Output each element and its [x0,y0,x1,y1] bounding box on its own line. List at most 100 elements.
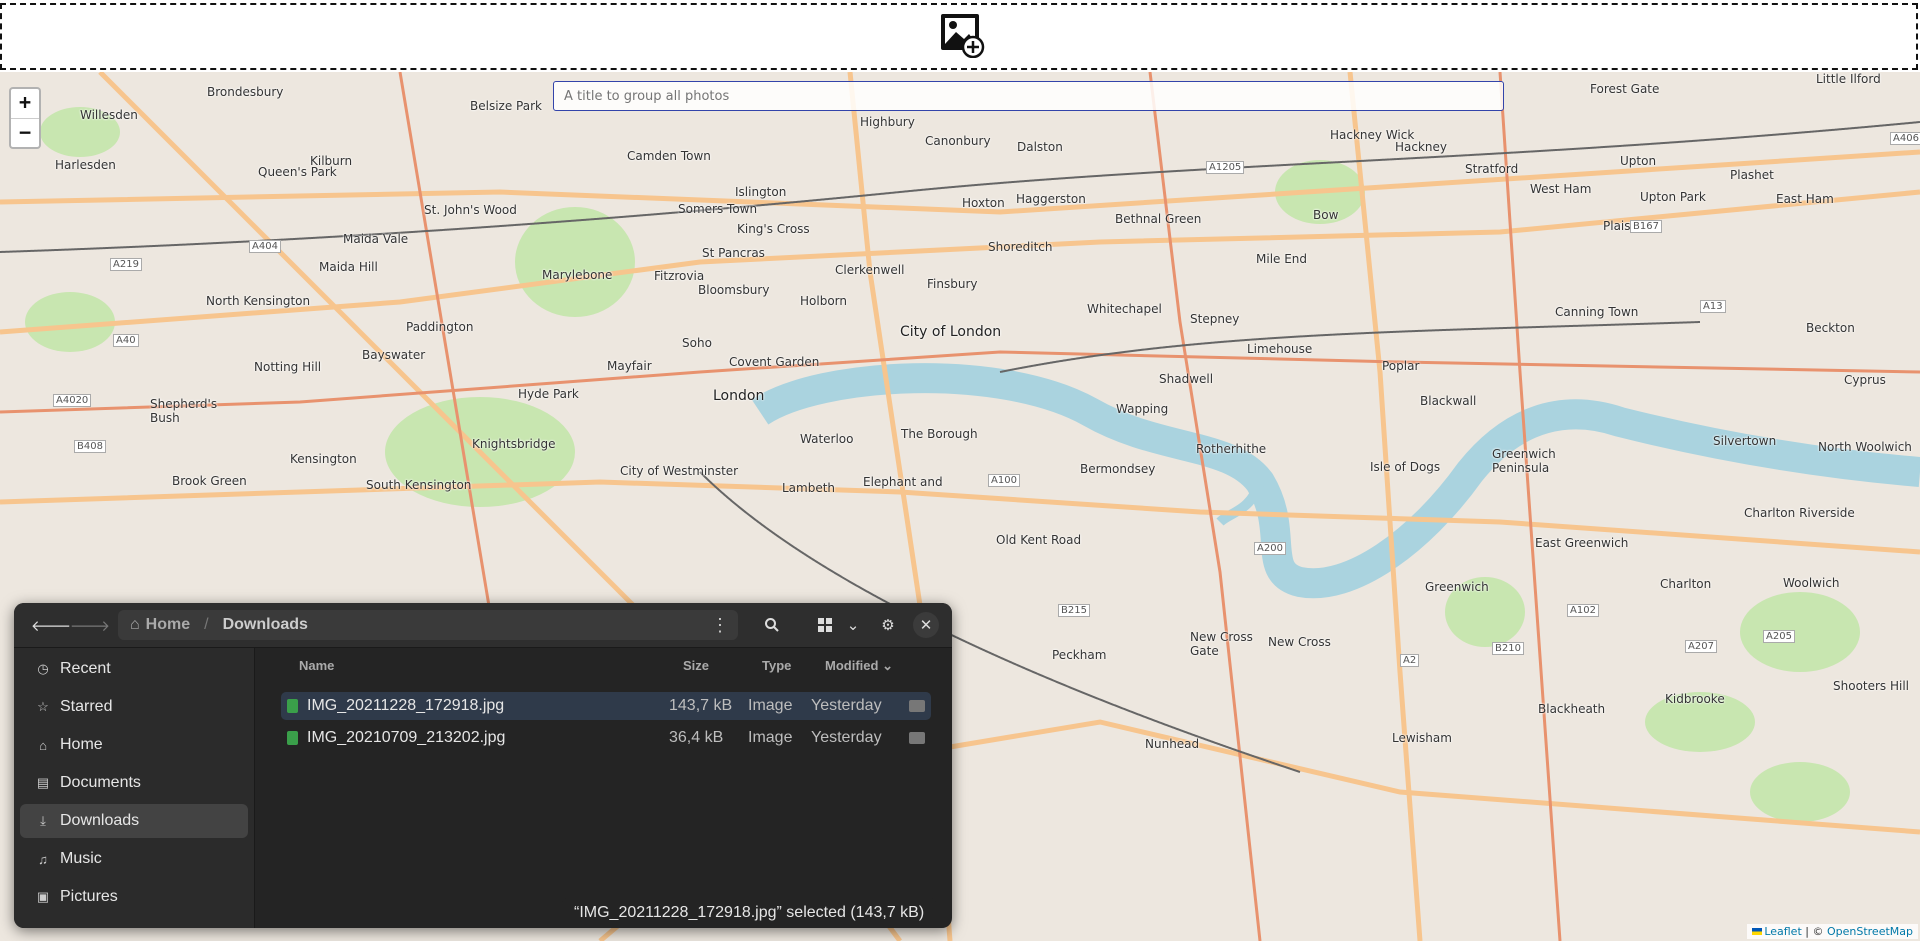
map-place-label: Wapping [1116,402,1169,416]
photo-dropzone[interactable] [0,3,1918,70]
map-place-label: Harlesden [55,158,116,172]
column-header-size[interactable]: Size [683,658,709,673]
file-row[interactable]: IMG_20210709_213202.jpg 36,4 kB Image Ye… [281,724,931,752]
column-header-type[interactable]: Type [762,658,791,673]
column-header-modified[interactable]: Modified ⌄ [825,658,893,674]
sidebar-item-music[interactable]: ♫ Music [20,842,248,876]
file-type: Image [748,697,793,714]
search-button[interactable] [757,610,787,640]
osm-link[interactable]: OpenStreetMap [1827,925,1913,938]
path-bar: ⌂ Home / Downloads ⋮ [118,610,738,640]
dialog-header: 🡐 🡒 ⌂ Home / Downloads ⋮ ⌄ ⚙ ✕ [14,603,952,648]
map-place-label: Stepney [1190,312,1240,326]
map-place-label: East Ham [1776,192,1834,206]
map-road-label: A200 [1254,542,1286,555]
column-header-name[interactable]: Name [299,658,334,673]
map-road-label: A219 [110,258,142,271]
map-road-label: A102 [1567,604,1599,617]
map-place-label: Islington [735,185,787,199]
file-modified: Yesterday [811,697,882,714]
zoom-in-button[interactable]: + [11,89,39,119]
map-place-label: Whitechapel [1087,302,1162,316]
map-place-label: Bayswater [362,348,426,362]
zoom-out-button[interactable]: − [11,119,39,148]
album-title-input[interactable] [553,81,1504,111]
map-place-label: Shoreditch [988,240,1053,254]
map-place-label: Shepherd's Bush [150,397,218,425]
map-road-label: A40 [113,334,139,347]
file-modified: Yesterday [811,729,882,746]
sidebar-item-label: Home [60,736,103,753]
map-place-label: Upton Park [1640,190,1706,204]
view-options-button[interactable]: ⌄ [838,610,868,640]
map-place-label: Bloomsbury [698,283,770,297]
map-place-label: Blackwall [1420,394,1477,408]
close-button[interactable]: ✕ [913,612,939,638]
map-road-label: B167 [1630,220,1662,233]
map-place-label: Marylebone [542,268,613,282]
map-place-label: Hackney Wick [1330,128,1415,142]
map-place-label: The Borough [901,427,978,441]
map-place-label: Brondesbury [207,85,284,99]
image-file-icon [287,699,298,713]
map-road-label: A207 [1685,640,1717,653]
map-road-label: A404 [249,240,281,253]
map-place-label: Mile End [1256,252,1308,266]
sidebar-item-recent[interactable]: ◷ Recent [20,652,248,686]
back-button[interactable]: 🡐 [31,610,71,640]
map-place-label: Shooters Hill [1833,679,1910,693]
map-place-label: Blackheath [1538,702,1606,716]
sidebar-item-starred[interactable]: ☆ Starred [20,690,248,724]
map-place-label: Haggerston [1016,192,1086,206]
file-row[interactable]: IMG_20211228_172918.jpg 143,7 kB Image Y… [281,692,931,720]
sidebar-item-documents[interactable]: ▤ Documents [20,766,248,800]
map-place-label: Maida Hill [319,260,378,274]
add-photo-icon[interactable] [939,12,985,58]
file-name: IMG_20210709_213202.jpg [307,729,506,746]
path-current-button[interactable]: Downloads [223,616,308,634]
map-place-label: Plashet [1730,168,1774,182]
map-place-label: Knightsbridge [472,437,556,451]
map-attribution: Leaflet | © OpenStreetMap [1747,924,1918,939]
map-place-label: Notting Hill [254,360,322,374]
map-place-label: Silvertown [1713,434,1777,448]
sidebar-item-pictures[interactable]: ▣ Pictures [20,880,248,914]
leaflet-flag-icon [1752,928,1763,935]
file-list: Name Size Type Modified ⌄ IMG_20211228_1… [255,648,952,928]
leaflet-link[interactable]: Leaflet [1764,925,1801,938]
map-place-label: Covent Garden [729,355,820,369]
map-road-label: A1205 [1206,161,1245,174]
map-place-label: City of Westminster [620,464,739,478]
map-place-label: East Greenwich [1535,536,1629,550]
path-home-label: Home [145,616,191,633]
image-file-icon [287,731,298,745]
map-place-label: Canning Town [1555,305,1639,319]
map-place-label: North Kensington [206,294,311,308]
settings-button[interactable]: ⚙ [873,610,903,640]
file-type: Image [748,729,793,746]
sidebar-item-label: Downloads [60,812,140,829]
map-place-label: Greenwich Peninsula [1492,447,1556,475]
map-place-label: Charlton Riverside [1744,506,1855,520]
sidebar-item-home[interactable]: ⌂ Home [20,728,248,762]
file-size: 143,7 kB [669,697,733,714]
map-place-label: Woolwich [1783,576,1840,590]
map-place-label: Poplar [1382,359,1420,373]
map-road-label: A205 [1763,630,1795,643]
selection-status: “IMG_20211228_172918.jpg” selected (143,… [562,898,937,928]
map-place-label: Kensington [290,452,357,466]
sidebar-item-label: Starred [60,698,113,715]
forward-button[interactable]: 🡒 [70,610,110,640]
map-place-label: St. John's Wood [424,203,517,217]
path-menu-icon[interactable]: ⋮ [710,614,730,636]
chevron-down-icon: ⌄ [846,617,860,634]
grid-view-button[interactable] [810,610,840,640]
map-place-label: South Kensington [366,478,472,492]
map-place-label: Old Kent Road [996,533,1082,547]
map-place-label: Shadwell [1159,372,1214,386]
sidebar-item-downloads[interactable]: ⤓ Downloads [20,804,248,838]
file-name: IMG_20211228_172918.jpg [307,697,505,714]
map-place-label: Lambeth [782,481,836,495]
path-home-button[interactable]: ⌂ Home [130,616,190,634]
map-place-label: Belsize Park [470,99,542,113]
